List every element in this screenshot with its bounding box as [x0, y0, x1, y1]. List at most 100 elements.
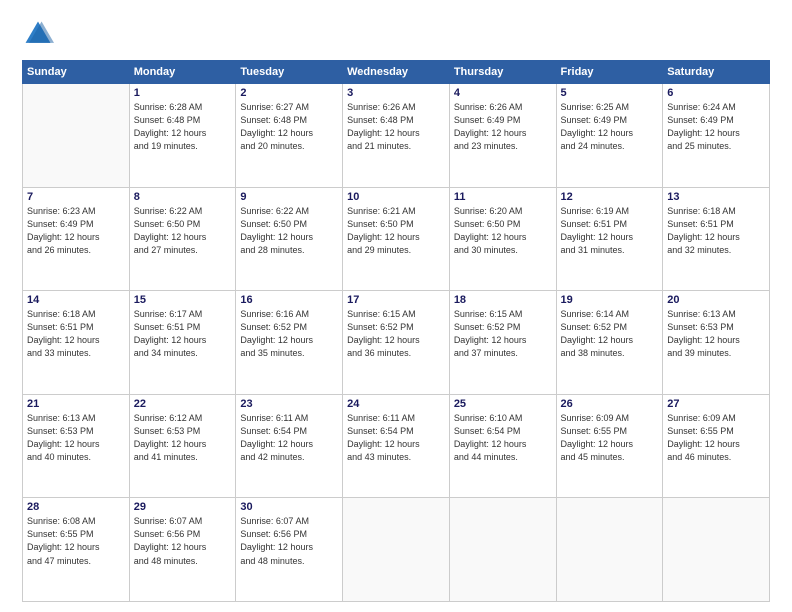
- day-number: 10: [347, 191, 445, 203]
- calendar-cell: 19 Sunrise: 6:14 AM Sunset: 6:52 PM Dayli…: [556, 291, 663, 395]
- day-number: 15: [134, 294, 232, 306]
- calendar-cell: 29Sunrise: 6:07 AM Sunset: 6:56 PM Dayli…: [129, 498, 236, 602]
- page: SundayMondayTuesdayWednesdayThursdayFrid…: [0, 0, 792, 612]
- calendar-cell: 30 Sunrise: 6:07 AM Sunset: 6:56 PM Dayli…: [236, 498, 343, 602]
- calendar-cell: 10 Sunrise: 6:21 AM Sunset: 6:50 PM Dayli…: [343, 187, 450, 291]
- weekday-header-sunday: Sunday: [23, 61, 130, 84]
- calendar-header: SundayMondayTuesdayWednesdayThursdayFrid…: [23, 61, 770, 84]
- day-info: Sunrise: 6:23 AM Sunset: 6:49 PM Dayligh…: [27, 205, 125, 257]
- calendar-week-4: 28Sunrise: 6:08 AM Sunset: 6:55 PM Dayli…: [23, 498, 770, 602]
- day-info: Sunrise: 6:25 AM Sunset: 6:49 PM Dayligh…: [561, 101, 659, 153]
- header: [22, 18, 770, 50]
- calendar-cell: [23, 84, 130, 188]
- day-number: 28: [27, 501, 125, 513]
- day-number: 24: [347, 398, 445, 410]
- calendar-cell: 4 Sunrise: 6:26 AM Sunset: 6:49 PM Daylig…: [449, 84, 556, 188]
- calendar-cell: 17 Sunrise: 6:15 AM Sunset: 6:52 PM Dayli…: [343, 291, 450, 395]
- day-number: 27: [667, 398, 765, 410]
- day-info: Sunrise: 6:26 AM Sunset: 6:49 PM Dayligh…: [454, 101, 552, 153]
- weekday-header-saturday: Saturday: [663, 61, 770, 84]
- day-number: 2: [240, 87, 338, 99]
- calendar-cell: 20 Sunrise: 6:13 AM Sunset: 6:53 PM Dayli…: [663, 291, 770, 395]
- calendar-cell: 27Sunrise: 6:09 AM Sunset: 6:55 PM Dayli…: [663, 394, 770, 498]
- day-info: Sunrise: 6:27 AM Sunset: 6:48 PM Dayligh…: [240, 101, 338, 153]
- day-info: Sunrise: 6:17 AM Sunset: 6:51 PM Dayligh…: [134, 308, 232, 360]
- calendar-cell: 21 Sunrise: 6:13 AM Sunset: 6:53 PM Dayli…: [23, 394, 130, 498]
- weekday-row: SundayMondayTuesdayWednesdayThursdayFrid…: [23, 61, 770, 84]
- calendar-cell: 22 Sunrise: 6:12 AM Sunset: 6:53 PM Dayli…: [129, 394, 236, 498]
- calendar-week-0: 1Sunrise: 6:28 AM Sunset: 6:48 PM Daylig…: [23, 84, 770, 188]
- day-number: 23: [240, 398, 338, 410]
- day-info: Sunrise: 6:22 AM Sunset: 6:50 PM Dayligh…: [134, 205, 232, 257]
- calendar-cell: 2 Sunrise: 6:27 AM Sunset: 6:48 PM Daylig…: [236, 84, 343, 188]
- calendar-cell: [556, 498, 663, 602]
- calendar-week-2: 14 Sunrise: 6:18 AM Sunset: 6:51 PM Dayli…: [23, 291, 770, 395]
- day-number: 6: [667, 87, 765, 99]
- calendar-cell: 13 Sunrise: 6:18 AM Sunset: 6:51 PM Dayli…: [663, 187, 770, 291]
- day-number: 11: [454, 191, 552, 203]
- calendar-cell: 14 Sunrise: 6:18 AM Sunset: 6:51 PM Dayli…: [23, 291, 130, 395]
- day-number: 18: [454, 294, 552, 306]
- day-info: Sunrise: 6:16 AM Sunset: 6:52 PM Dayligh…: [240, 308, 338, 360]
- calendar-cell: 15 Sunrise: 6:17 AM Sunset: 6:51 PM Dayli…: [129, 291, 236, 395]
- calendar-body: 1Sunrise: 6:28 AM Sunset: 6:48 PM Daylig…: [23, 84, 770, 602]
- day-info: Sunrise: 6:15 AM Sunset: 6:52 PM Dayligh…: [347, 308, 445, 360]
- day-number: 9: [240, 191, 338, 203]
- calendar-cell: 6Sunrise: 6:24 AM Sunset: 6:49 PM Daylig…: [663, 84, 770, 188]
- calendar-cell: 8 Sunrise: 6:22 AM Sunset: 6:50 PM Daylig…: [129, 187, 236, 291]
- calendar-cell: [663, 498, 770, 602]
- logo: [22, 18, 58, 50]
- calendar-cell: 3 Sunrise: 6:26 AM Sunset: 6:48 PM Daylig…: [343, 84, 450, 188]
- day-number: 20: [667, 294, 765, 306]
- logo-icon: [22, 18, 54, 50]
- day-info: Sunrise: 6:12 AM Sunset: 6:53 PM Dayligh…: [134, 412, 232, 464]
- day-number: 19: [561, 294, 659, 306]
- day-info: Sunrise: 6:13 AM Sunset: 6:53 PM Dayligh…: [667, 308, 765, 360]
- calendar-cell: [449, 498, 556, 602]
- day-number: 25: [454, 398, 552, 410]
- day-info: Sunrise: 6:21 AM Sunset: 6:50 PM Dayligh…: [347, 205, 445, 257]
- calendar-cell: 12Sunrise: 6:19 AM Sunset: 6:51 PM Dayli…: [556, 187, 663, 291]
- calendar-cell: 28Sunrise: 6:08 AM Sunset: 6:55 PM Dayli…: [23, 498, 130, 602]
- weekday-header-friday: Friday: [556, 61, 663, 84]
- day-number: 29: [134, 501, 232, 513]
- day-number: 17: [347, 294, 445, 306]
- day-number: 22: [134, 398, 232, 410]
- day-info: Sunrise: 6:22 AM Sunset: 6:50 PM Dayligh…: [240, 205, 338, 257]
- day-info: Sunrise: 6:11 AM Sunset: 6:54 PM Dayligh…: [240, 412, 338, 464]
- day-number: 7: [27, 191, 125, 203]
- weekday-header-tuesday: Tuesday: [236, 61, 343, 84]
- day-number: 4: [454, 87, 552, 99]
- day-number: 5: [561, 87, 659, 99]
- calendar-week-1: 7 Sunrise: 6:23 AM Sunset: 6:49 PM Daylig…: [23, 187, 770, 291]
- day-info: Sunrise: 6:14 AM Sunset: 6:52 PM Dayligh…: [561, 308, 659, 360]
- day-number: 3: [347, 87, 445, 99]
- day-info: Sunrise: 6:18 AM Sunset: 6:51 PM Dayligh…: [667, 205, 765, 257]
- day-info: Sunrise: 6:11 AM Sunset: 6:54 PM Dayligh…: [347, 412, 445, 464]
- day-number: 8: [134, 191, 232, 203]
- day-info: Sunrise: 6:20 AM Sunset: 6:50 PM Dayligh…: [454, 205, 552, 257]
- weekday-header-thursday: Thursday: [449, 61, 556, 84]
- day-info: Sunrise: 6:07 AM Sunset: 6:56 PM Dayligh…: [240, 515, 338, 567]
- day-info: Sunrise: 6:28 AM Sunset: 6:48 PM Dayligh…: [134, 101, 232, 153]
- calendar-cell: 9 Sunrise: 6:22 AM Sunset: 6:50 PM Daylig…: [236, 187, 343, 291]
- calendar-cell: 23 Sunrise: 6:11 AM Sunset: 6:54 PM Dayli…: [236, 394, 343, 498]
- day-info: Sunrise: 6:26 AM Sunset: 6:48 PM Dayligh…: [347, 101, 445, 153]
- day-number: 12: [561, 191, 659, 203]
- calendar-cell: 24 Sunrise: 6:11 AM Sunset: 6:54 PM Dayli…: [343, 394, 450, 498]
- weekday-header-wednesday: Wednesday: [343, 61, 450, 84]
- day-number: 14: [27, 294, 125, 306]
- calendar-cell: 5 Sunrise: 6:25 AM Sunset: 6:49 PM Daylig…: [556, 84, 663, 188]
- weekday-header-monday: Monday: [129, 61, 236, 84]
- day-info: Sunrise: 6:18 AM Sunset: 6:51 PM Dayligh…: [27, 308, 125, 360]
- calendar-cell: 1Sunrise: 6:28 AM Sunset: 6:48 PM Daylig…: [129, 84, 236, 188]
- day-info: Sunrise: 6:13 AM Sunset: 6:53 PM Dayligh…: [27, 412, 125, 464]
- calendar-cell: 18 Sunrise: 6:15 AM Sunset: 6:52 PM Dayli…: [449, 291, 556, 395]
- calendar-cell: 25 Sunrise: 6:10 AM Sunset: 6:54 PM Dayli…: [449, 394, 556, 498]
- day-number: 21: [27, 398, 125, 410]
- calendar-cell: 7 Sunrise: 6:23 AM Sunset: 6:49 PM Daylig…: [23, 187, 130, 291]
- day-number: 30: [240, 501, 338, 513]
- day-info: Sunrise: 6:15 AM Sunset: 6:52 PM Dayligh…: [454, 308, 552, 360]
- day-info: Sunrise: 6:10 AM Sunset: 6:54 PM Dayligh…: [454, 412, 552, 464]
- day-number: 13: [667, 191, 765, 203]
